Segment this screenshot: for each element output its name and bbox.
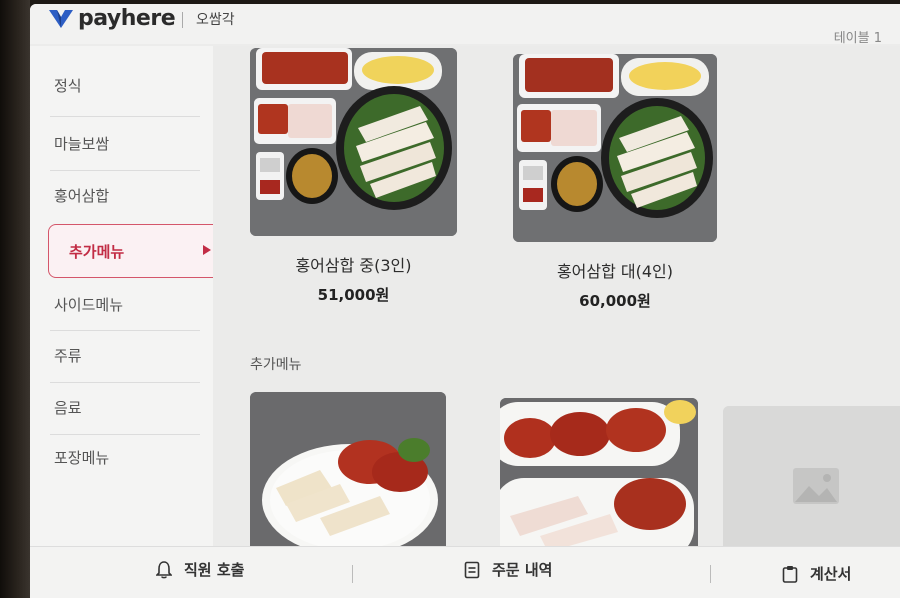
bottom-divider	[710, 565, 711, 583]
store-name: 오쌈각	[196, 12, 235, 28]
sidebar-item-label: 사이드메뉴	[54, 295, 124, 314]
order-history-label: 주문 내역	[492, 561, 553, 579]
sidebar-item-drinks[interactable]: 음료	[40, 382, 210, 432]
header-divider	[182, 12, 183, 28]
call-staff-label: 직원 호출	[184, 561, 245, 579]
top-bar: payhere 오쌈각 테이블 1	[30, 4, 900, 46]
list-icon	[464, 561, 480, 578]
sidebar-item-label: 주류	[54, 346, 82, 365]
menu-item-name: 홍어삼합 대(4인)	[556, 262, 674, 281]
bottom-divider	[352, 565, 353, 583]
brand-logo: payhere	[48, 6, 176, 31]
menu-item-image	[250, 48, 457, 236]
sidebar-item-label: 마늘보쌈	[54, 134, 110, 153]
bill-button[interactable]: 계산서	[782, 563, 851, 584]
sidebar-item-hongeo-samhap[interactable]: 홍어삼합	[40, 170, 210, 220]
sidebar-item-label: 추가메뉴	[69, 242, 125, 261]
menu-item-placeholder	[723, 406, 900, 552]
clipboard-icon	[782, 565, 798, 583]
device-bezel-left	[0, 0, 30, 598]
category-sidebar: 정식 마늘보쌈 홍어삼합 추가메뉴 사이드메뉴 주류 음료 포장메뉴	[30, 46, 226, 546]
order-history-button[interactable]: 주문 내역	[464, 559, 552, 580]
sidebar-item-set-meal[interactable]: 정식	[40, 60, 210, 110]
kiosk-screen: payhere 오쌈각 테이블 1 정식 마늘보쌈 홍어삼합 추가메뉴 사이드메…	[30, 4, 900, 598]
bell-icon	[156, 560, 172, 578]
menu-item-name: 홍어삼합 중(3인)	[295, 256, 412, 275]
sidebar-item-side-menu[interactable]: 사이드메뉴	[40, 279, 210, 329]
sidebar-item-label: 음료	[54, 398, 82, 417]
section-title: 추가메뉴	[250, 357, 302, 373]
sidebar-item-extra-menu[interactable]: 추가메뉴	[48, 224, 226, 278]
sidebar-item-label: 홍어삼합	[54, 186, 110, 205]
sidebar-item-takeout-menu[interactable]: 포장메뉴	[40, 432, 210, 482]
menu-item-price: 51,000원	[317, 286, 390, 304]
menu-item-image	[500, 398, 698, 552]
menu-item-price: 60,000원	[579, 292, 651, 310]
brand-name: payhere	[78, 6, 176, 31]
table-number: 테이블 1	[833, 31, 882, 46]
sidebar-item-label: 정식	[54, 76, 82, 95]
caret-right-icon	[203, 245, 211, 255]
menu-item-image	[513, 54, 717, 242]
menu-item-image	[250, 392, 446, 552]
call-staff-button[interactable]: 직원 호출	[156, 559, 244, 580]
sidebar-item-alcohol[interactable]: 주류	[40, 330, 210, 380]
bill-label: 계산서	[810, 565, 852, 583]
menu-grid: 홍어삼합 중(3인) 51,000원 홍어삼합 대(4인) 60,000원 추가…	[213, 46, 900, 552]
sidebar-item-garlic-bossam[interactable]: 마늘보쌈	[40, 118, 210, 168]
payhere-logo-icon	[49, 9, 73, 28]
sidebar-divider	[50, 116, 200, 117]
sidebar-item-label: 포장메뉴	[54, 448, 110, 467]
bottom-action-bar: 직원 호출 주문 내역 계산서	[30, 546, 900, 598]
